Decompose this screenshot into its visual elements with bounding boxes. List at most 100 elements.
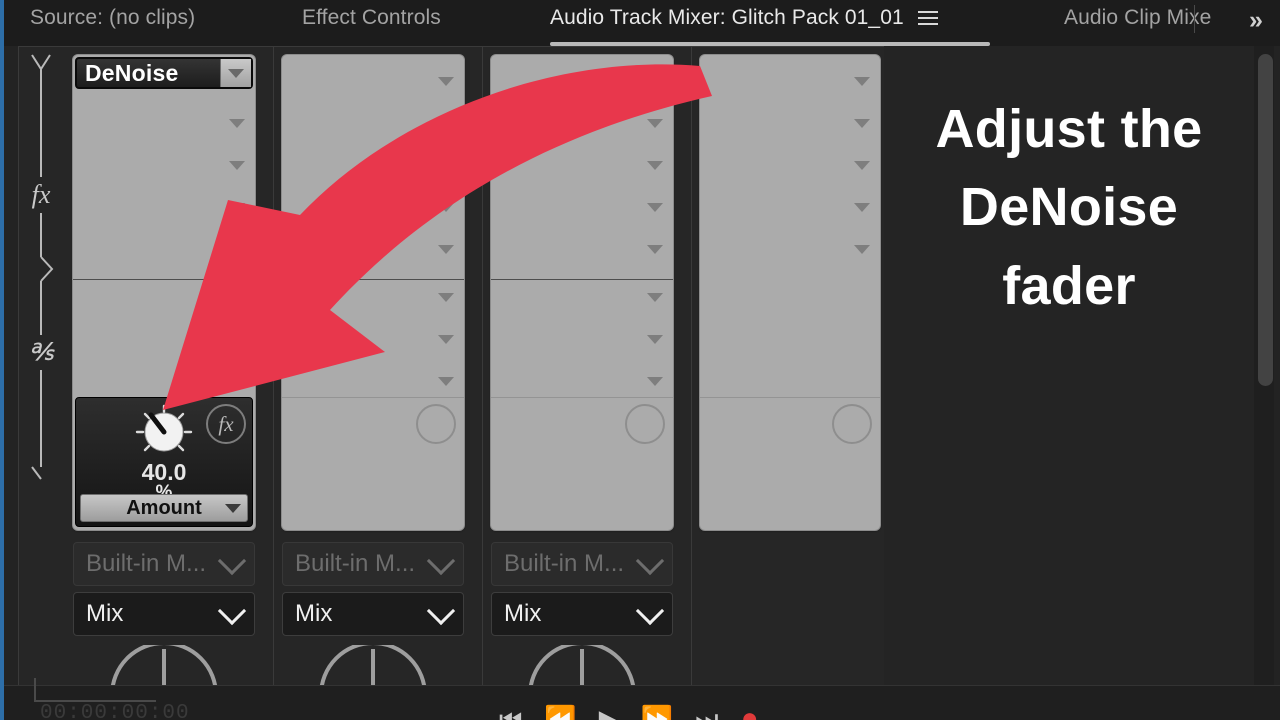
output-dropdown-3[interactable]: Built-in M...	[491, 542, 673, 586]
amount-knob[interactable]	[128, 404, 200, 460]
effects-rack-2[interactable]	[282, 55, 464, 530]
channel-strip-2: Built-in M... Mix	[274, 47, 483, 696]
fx-toggle-icon[interactable]: fx	[206, 404, 246, 444]
effect-slot-denoise-dropdown-arrow[interactable]	[220, 59, 251, 87]
transport-buttons: ⏮ ⏪ ▶ ⏩ ⏭ ●	[499, 704, 759, 720]
effect-slot-3-arrow[interactable]	[438, 161, 454, 170]
effect-slot-2-arrow[interactable]	[647, 119, 663, 128]
amount-value: 40.0	[141, 459, 187, 485]
rack-section-gutter: fx ℁	[19, 47, 65, 687]
parameter-panel-amount[interactable]: 40.0 % fx Amount	[75, 397, 253, 527]
annotation-line-3: fader	[1002, 255, 1136, 316]
fx-toggle-icon[interactable]	[832, 404, 872, 444]
mode-dropdown-2-label: Mix	[295, 600, 333, 627]
vertical-scrollbar-track[interactable]	[1254, 46, 1274, 686]
fx-toggle-icon[interactable]	[416, 404, 456, 444]
amount-parameter-chevron-icon	[225, 503, 241, 513]
send-slot-2-arrow[interactable]	[647, 335, 663, 344]
send-slot-1-arrow[interactable]	[647, 293, 663, 302]
effect-slot-2-arrow[interactable]	[438, 119, 454, 128]
hamburger-menu-icon[interactable]	[917, 11, 938, 26]
timecode-display: 00:00:00:00	[40, 702, 190, 720]
effect-slot-5-arrow[interactable]	[647, 245, 663, 254]
effect-slot-denoise[interactable]: DeNoise	[75, 57, 253, 89]
tab-source-label: Source: (no clips)	[30, 6, 196, 29]
go-to-in-point-icon[interactable]: ⏮	[499, 706, 522, 720]
tab-audio-track-mixer-label: Audio Track Mixer: Glitch Pack 01_01	[550, 6, 904, 29]
output-dropdown-1[interactable]: Built-in M...	[73, 542, 255, 586]
tab-effect-controls-label: Effect Controls	[302, 6, 441, 29]
mode-dropdown-2[interactable]: Mix	[282, 592, 464, 636]
channel-strip-3: Built-in M... Mix	[483, 47, 692, 696]
tab-audio-clip-mixer[interactable]: Audio Clip Mixe	[1064, 0, 1211, 52]
channel-strip-1: DeNoise 40.0 % fx Amount Built-in M... M…	[65, 47, 274, 696]
mode-dropdown-1-label: Mix	[86, 600, 124, 627]
fx-sends-divider-3	[491, 279, 673, 280]
step-back-icon[interactable]: ⏪	[544, 706, 576, 720]
send-slot-3-arrow[interactable]	[229, 377, 245, 386]
tab-source[interactable]: Source: (no clips)	[30, 0, 195, 52]
chevron-down-icon	[426, 596, 456, 626]
transport-bar: 00:00:00:00 ⏮ ⏪ ▶ ⏩ ⏭ ●	[4, 678, 1280, 720]
mode-dropdown-1[interactable]: Mix	[73, 592, 255, 636]
mode-dropdown-3-label: Mix	[504, 600, 542, 627]
audio-track-mixer-window: Source: (no clips) Effect Controls Audio…	[0, 0, 1280, 720]
send-amount-area-3[interactable]	[491, 397, 673, 531]
effect-slot-4-arrow[interactable]	[229, 203, 245, 212]
send-amount-area-2[interactable]	[282, 397, 464, 531]
amount-parameter-select[interactable]: Amount	[80, 494, 248, 522]
effect-slot-2-arrow[interactable]	[229, 119, 245, 128]
chevron-down-icon	[635, 546, 665, 576]
channel-strip-master	[692, 47, 904, 687]
effect-slot-2-arrow[interactable]	[854, 119, 870, 128]
go-to-out-point-icon[interactable]: ⏭	[695, 706, 718, 720]
tab-effect-controls[interactable]: Effect Controls	[302, 0, 441, 52]
timecode-bracket	[34, 678, 156, 702]
send-slot-2-arrow[interactable]	[229, 335, 245, 344]
send-slot-1-arrow[interactable]	[229, 293, 245, 302]
chevron-down-icon	[426, 546, 456, 576]
mode-dropdown-3[interactable]: Mix	[491, 592, 673, 636]
sends-section-label: ℁	[21, 335, 61, 370]
record-icon[interactable]: ●	[741, 704, 759, 720]
effects-rack-3[interactable]	[491, 55, 673, 530]
effect-slot-3-arrow[interactable]	[229, 161, 245, 170]
output-dropdown-2[interactable]: Built-in M...	[282, 542, 464, 586]
effect-slot-3-arrow[interactable]	[647, 161, 663, 170]
annotation-line-1: Adjust the	[935, 99, 1203, 159]
instruction-annotation: Adjust the DeNoise fader	[884, 46, 1254, 686]
annotation-line-2: DeNoise	[959, 177, 1179, 238]
effect-slot-3-arrow[interactable]	[854, 161, 870, 170]
tab-audio-track-mixer[interactable]: Audio Track Mixer: Glitch Pack 01_01	[550, 0, 990, 52]
send-slot-3-arrow[interactable]	[438, 377, 454, 386]
tab-bar-clip-divider	[1194, 5, 1195, 33]
chevron-down-icon	[217, 546, 247, 576]
fx-section-label: fx	[21, 177, 61, 213]
effect-slot-4-arrow[interactable]	[854, 203, 870, 212]
output-dropdown-1-label: Built-in M...	[86, 550, 207, 577]
vertical-scrollbar-thumb[interactable]	[1258, 54, 1273, 386]
send-slot-2-arrow[interactable]	[438, 335, 454, 344]
amount-parameter-label: Amount	[126, 496, 202, 519]
output-dropdown-3-label: Built-in M...	[504, 550, 625, 577]
fx-sends-divider-2	[282, 279, 464, 280]
effect-slot-1-arrow[interactable]	[438, 77, 454, 86]
play-icon[interactable]: ▶	[599, 706, 619, 720]
fx-sends-divider-1	[73, 279, 255, 280]
effect-slot-5-arrow[interactable]	[438, 245, 454, 254]
step-forward-icon[interactable]: ⏩	[641, 706, 673, 720]
effect-slot-4-arrow[interactable]	[438, 203, 454, 212]
effect-slot-1-arrow[interactable]	[854, 77, 870, 86]
send-slot-3-arrow[interactable]	[647, 377, 663, 386]
send-amount-area-master[interactable]	[700, 397, 880, 531]
effect-slot-5-arrow[interactable]	[854, 245, 870, 254]
effect-slot-5-arrow[interactable]	[229, 245, 245, 254]
effect-slot-1-arrow[interactable]	[647, 77, 663, 86]
effects-rack-1[interactable]: DeNoise 40.0 % fx Amount	[73, 55, 255, 530]
effect-slot-4-arrow[interactable]	[647, 203, 663, 212]
panel-tab-bar: Source: (no clips) Effect Controls Audio…	[4, 0, 1280, 47]
effects-rack-master[interactable]	[700, 55, 880, 530]
fx-toggle-icon[interactable]	[625, 404, 665, 444]
tab-overflow-button[interactable]: »	[1238, 4, 1274, 36]
send-slot-1-arrow[interactable]	[438, 293, 454, 302]
